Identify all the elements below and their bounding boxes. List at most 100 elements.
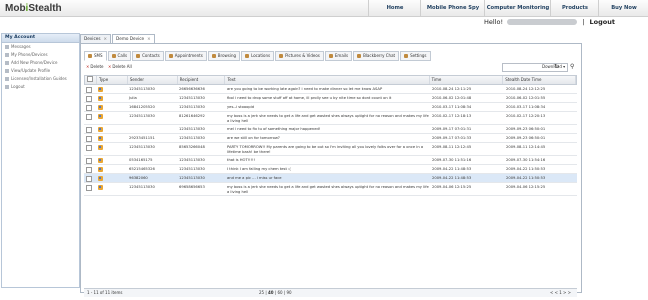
table-row[interactable]: 16841205520 12345113030 yes--i stooopid 201… [84, 103, 577, 112]
logout-link[interactable]: Logout [590, 18, 615, 26]
page-size-option[interactable]: 40 [268, 290, 274, 295]
logout-icon [5, 85, 9, 89]
table-row[interactable]: 12345113030 85653266048 PARTY TOMORROW!! M… [84, 143, 577, 156]
sidebar-item-logout[interactable]: Logout [2, 83, 79, 91]
row-select-cell[interactable] [84, 174, 96, 182]
nav-buy-now[interactable]: Buy Now [598, 0, 648, 16]
row-select-cell[interactable] [84, 85, 96, 93]
row-select-cell[interactable] [84, 112, 96, 124]
sidebar-item-add-device[interactable]: Add New Phone/Device [2, 59, 79, 67]
close-icon[interactable]: × [147, 36, 151, 41]
pagination[interactable]: < < 1 > > [550, 290, 571, 295]
page-size-option[interactable]: 90 [286, 290, 291, 295]
time-cell: 2009-04-06 12:15:25 [432, 185, 472, 189]
type-cell [96, 112, 127, 124]
row-select-cell[interactable] [84, 125, 96, 133]
row-select-cell[interactable] [84, 103, 96, 111]
text-cell: PARTY TOMORROW!! My parents are going to… [227, 145, 424, 154]
tab-label: Locations [251, 53, 271, 58]
row-select-cell[interactable] [84, 165, 96, 173]
row-checkbox[interactable] [86, 158, 92, 164]
tab-blackberry-chat[interactable]: Blackberry Chat [353, 51, 400, 61]
row-select-cell[interactable] [84, 156, 96, 164]
tab-settings[interactable]: Settings [400, 51, 431, 61]
separator: | [582, 18, 585, 26]
row-checkbox[interactable] [86, 145, 92, 151]
tab-label: Blackberry Chat [363, 53, 396, 58]
table-row[interactable]: 12345113030 69658656653 my boss is a jerk … [84, 183, 577, 196]
tab-sms[interactable]: SMS [84, 51, 107, 61]
row-checkbox[interactable] [86, 167, 92, 173]
recipient-cell: 12345113030 [179, 127, 205, 131]
table-row[interactable]: 12345113030 mel i need to fix tu of somet… [84, 125, 577, 134]
sidebar-item-label: Logout [11, 84, 25, 89]
table-row[interactable]: 96382060 12345113030 and me a pic ... i mi… [84, 174, 577, 183]
row-checkbox[interactable] [86, 87, 92, 93]
sidebar-item-profile[interactable]: View/Update Profile [2, 67, 79, 75]
row-checkbox[interactable] [86, 114, 92, 120]
nav-products[interactable]: Products [550, 0, 599, 16]
tab-label: Browsing [217, 53, 237, 58]
table-row[interactable]: 65215465326 12345113030 I think I am falli… [84, 165, 577, 174]
row-checkbox[interactable] [86, 105, 92, 111]
row-select-cell[interactable] [84, 94, 96, 102]
tab-emails[interactable]: Emails [324, 51, 353, 61]
search-icon[interactable]: ⚲ [570, 63, 574, 70]
tab-devices[interactable]: Devices × [80, 34, 112, 43]
col-text[interactable]: Text [225, 76, 430, 84]
row-checkbox[interactable] [86, 96, 92, 102]
nav-mobile-phone-spy[interactable]: Mobile Phone Spy [420, 0, 485, 16]
col-type[interactable]: Type [97, 76, 128, 84]
row-select-cell[interactable] [84, 183, 96, 195]
row-checkbox[interactable] [86, 185, 92, 191]
table-row[interactable]: 0534165175 12345113030 that is HOT!!!!! 200… [84, 156, 577, 165]
text-cell: my boss is a jerk she needs to get a lif… [227, 114, 429, 123]
page-size-option[interactable]: 25 [259, 290, 264, 295]
tab-calls[interactable]: Calls [107, 51, 132, 61]
tab-label: SMS [94, 53, 103, 58]
row-checkbox[interactable] [86, 127, 92, 133]
select-all-checkbox[interactable] [85, 76, 97, 84]
tab-locations[interactable]: Locations [241, 51, 275, 61]
sidebar-item-messages[interactable]: Messages [2, 43, 79, 51]
close-icon[interactable]: × [104, 36, 108, 41]
logo[interactable]: MobiStealth [5, 3, 67, 15]
sender-cell: 12345113030 [129, 87, 155, 91]
recipient-cell: 81261646292 [179, 114, 205, 118]
sidebar-item-licenses[interactable]: Licenses/Installation Guides [2, 75, 79, 83]
grid-header: Type Sender Recipient Text Time Stealth … [84, 75, 577, 85]
download-button[interactable]: Download ▾ [542, 64, 565, 69]
sidebar-item-label: Licenses/Installation Guides [11, 76, 67, 81]
row-checkbox[interactable] [86, 176, 92, 182]
chat-icon [357, 54, 362, 58]
text-cell: fbol i need to drop some stuff off at ho… [227, 96, 392, 100]
nav-computer-monitoring[interactable]: Computer Monitoring [484, 0, 551, 16]
tab-browsing[interactable]: Browsing [207, 51, 241, 61]
row-select-cell[interactable] [84, 143, 96, 155]
col-stealth-date-time[interactable]: Stealth Date Time [503, 76, 576, 84]
grid-toolbar: ✕Delete ✕Delete All ⚲ ↻ Download ▾ [84, 63, 577, 72]
row-select-cell[interactable] [84, 134, 96, 142]
checkbox[interactable] [87, 76, 93, 82]
table-row[interactable]: 29233451151 12345113030 are we still on fo… [84, 134, 577, 143]
col-time[interactable]: Time [430, 76, 504, 84]
tab-pictures-videos[interactable]: Pictures & Videos [275, 51, 324, 61]
table-row[interactable]: 12345113030 26656636636 are you going to b… [84, 85, 577, 94]
tab-demo-device[interactable]: Demo Device × [112, 34, 155, 43]
col-recipient[interactable]: Recipient [178, 76, 226, 84]
table-row[interactable]: 12345113030 81261646292 my boss is a jerk … [84, 112, 577, 125]
sidebar-item-devices[interactable]: My Phone/Devices [2, 51, 79, 59]
sender-cell: 0534165175 [129, 158, 153, 162]
nav-home[interactable]: Home [368, 0, 421, 16]
row-checkbox[interactable] [86, 136, 92, 142]
tab-appointments[interactable]: Appointments [164, 51, 207, 61]
hello-label: Hello! [484, 18, 504, 26]
page-size-option[interactable]: 60 [277, 290, 282, 295]
tab-label: Devices [84, 36, 101, 41]
tab-contacts[interactable]: Contacts [132, 51, 164, 61]
delete-button[interactable]: ✕Delete [86, 64, 104, 69]
col-sender[interactable]: Sender [128, 76, 178, 84]
delete-all-button[interactable]: ✕Delete All [108, 64, 132, 69]
add-icon [5, 61, 9, 65]
table-row[interactable]: Julia 12345113030 fbol i need to drop some… [84, 94, 577, 103]
